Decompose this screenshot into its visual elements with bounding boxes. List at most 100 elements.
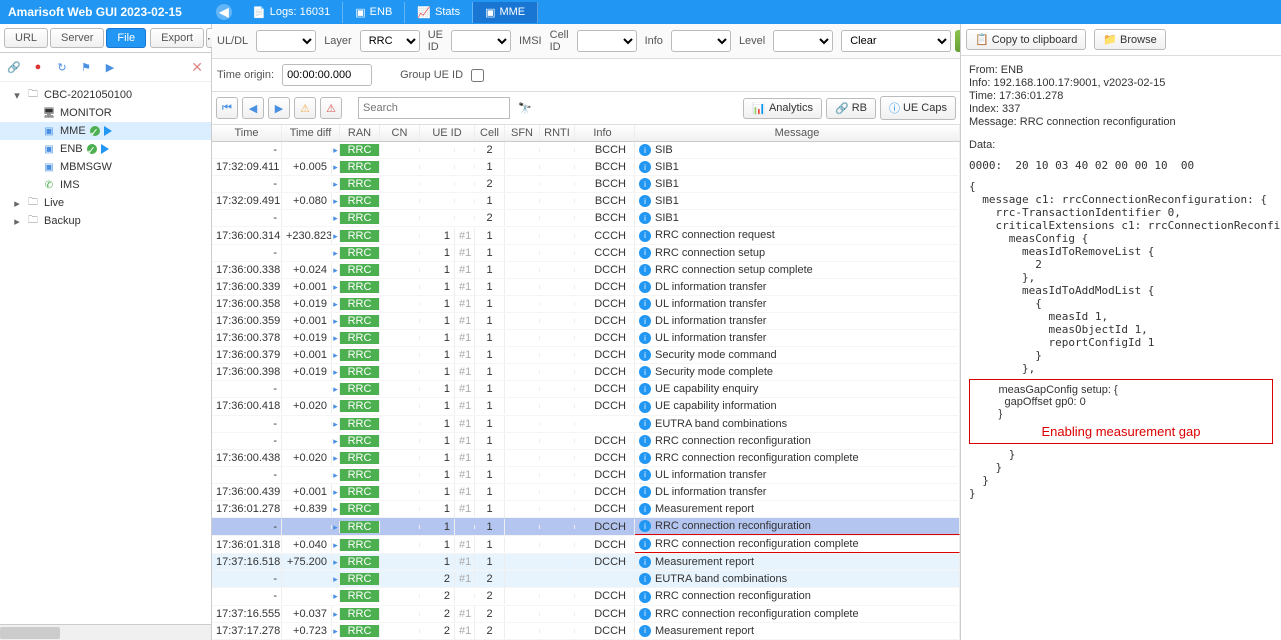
arrow-icon: ▸ — [332, 298, 340, 310]
tree-toggle-icon[interactable]: ▸ — [12, 197, 22, 210]
col-header-time[interactable]: Time — [212, 125, 282, 141]
search-input[interactable] — [358, 97, 510, 119]
stop-icon[interactable]: ● — [28, 57, 48, 77]
copy-button[interactable]: 📋 Copy to clipboard — [966, 29, 1086, 50]
header-tab-mme[interactable]: ▣ MME — [473, 2, 538, 23]
tree-toggle-icon[interactable]: ▸ — [12, 215, 22, 228]
log-row[interactable]: 17:36:00.439+0.001▸RRC1#11DCCHiDL inform… — [212, 484, 960, 501]
status-ok-icon: ✓ — [87, 144, 97, 154]
url-button[interactable]: URL — [4, 28, 48, 48]
browse-button[interactable]: 📁 Browse — [1094, 29, 1165, 50]
info-icon: i — [639, 264, 651, 276]
tree-item-live[interactable]: ▸Live — [0, 194, 211, 212]
log-row[interactable]: 17:36:00.398+0.019▸RRC1#11DCCHiSecurity … — [212, 364, 960, 381]
tree-item-mbmsgw[interactable]: ▣MBMSGW — [0, 158, 211, 176]
node-icon: ▣ — [42, 160, 56, 174]
tree-toggle-icon[interactable]: ▾ — [12, 89, 22, 102]
level-select[interactable] — [773, 30, 833, 52]
close-icon[interactable]: ✕ — [187, 59, 207, 76]
log-row[interactable]: -▸RRC2BCCHiSIB — [212, 142, 960, 159]
log-row[interactable]: 17:36:00.314+230.823▸RRC1#11CCCHiRRC con… — [212, 227, 960, 244]
log-row[interactable]: 17:37:16.555+0.037▸RRC2#12DCCHiRRC conne… — [212, 606, 960, 623]
log-row[interactable]: -▸RRC1#11DCCHiRRC connection reconfigura… — [212, 433, 960, 450]
log-row[interactable]: 17:36:00.358+0.019▸RRC1#11DCCHiUL inform… — [212, 296, 960, 313]
nav-next-icon[interactable]: ▶ — [268, 97, 290, 119]
log-row[interactable]: 17:36:00.438+0.020▸RRC1#11DCCHiRRC conne… — [212, 450, 960, 467]
status-play-icon — [104, 126, 112, 136]
header-tab-enb[interactable]: ▣ ENB — [343, 2, 405, 23]
link-icon[interactable]: 🔗 — [4, 57, 24, 77]
uecaps-button[interactable]: ⓘ UE Caps — [880, 96, 956, 120]
clear-select[interactable]: Clear — [841, 30, 951, 52]
log-row[interactable]: 17:32:09.491+0.080▸RRC1BCCHiSIB1 — [212, 193, 960, 210]
col-header-info[interactable]: Info — [575, 125, 635, 141]
tree-item-mme[interactable]: ▣MME✓ — [0, 122, 211, 140]
error-icon[interactable]: ⚠ — [320, 97, 342, 119]
log-row[interactable]: -▸RRC2BCCHiSIB1 — [212, 176, 960, 193]
file-button[interactable]: File — [106, 28, 146, 48]
tree-item-backup[interactable]: ▸Backup — [0, 212, 211, 230]
info-select[interactable] — [671, 30, 731, 52]
log-row[interactable]: 17:37:17.278+0.723▸RRC2#12DCCHiMeasureme… — [212, 623, 960, 640]
log-row[interactable]: -▸RRC2#12iEUTRA band combinations — [212, 571, 960, 588]
tree-item-cbc-2021050100[interactable]: ▾CBC-2021050100 — [0, 86, 211, 104]
log-table[interactable]: TimeTime diffRANCNUE IDCellSFNRNTIInfoMe… — [212, 125, 960, 640]
export-button[interactable]: Export — [150, 28, 204, 48]
col-header-cn[interactable]: CN — [380, 125, 420, 141]
tree-item-ims[interactable]: ✆IMS — [0, 176, 211, 194]
log-row[interactable]: 17:36:00.339+0.001▸RRC1#11DCCHiDL inform… — [212, 279, 960, 296]
uldl-select[interactable] — [256, 30, 316, 52]
layer-select[interactable]: RRC — [360, 30, 420, 52]
col-header-time-diff[interactable]: Time diff — [282, 125, 340, 141]
info-icon: i — [639, 503, 651, 515]
analytics-button[interactable]: 📊 Analytics — [743, 98, 822, 119]
arrow-icon: ▸ — [332, 608, 340, 620]
rb-button[interactable]: 🔗 RB — [826, 98, 876, 119]
log-row[interactable]: 17:36:00.338+0.024▸RRC1#11DCCHiRRC conne… — [212, 262, 960, 279]
log-row[interactable]: 17:36:00.378+0.019▸RRC1#11DCCHiUL inform… — [212, 330, 960, 347]
detail-hex: 0000: 20 10 03 40 02 00 00 10 00 ..@....… — [969, 159, 1273, 172]
nav-first-icon[interactable]: ⏮ — [216, 97, 238, 119]
info-icon: i — [639, 178, 651, 190]
log-row[interactable]: 17:36:00.379+0.001▸RRC1#11DCCHiSecurity … — [212, 347, 960, 364]
col-header-cell[interactable]: Cell — [475, 125, 505, 141]
log-row[interactable]: -▸RRC2BCCHiSIB1 — [212, 210, 960, 227]
log-row[interactable]: 17:36:00.418+0.020▸RRC1#11DCCHiUE capabi… — [212, 398, 960, 415]
log-row[interactable]: 17:37:16.518+75.200▸RRC1#11DCCHiMeasurem… — [212, 554, 960, 571]
server-button[interactable]: Server — [50, 28, 104, 48]
ueid-select[interactable] — [451, 30, 511, 52]
col-header-rnti[interactable]: RNTI — [540, 125, 575, 141]
col-header-message[interactable]: Message — [635, 125, 960, 141]
level-label: Level — [739, 35, 765, 47]
header-tab-stats[interactable]: 📈 Stats — [405, 2, 473, 23]
time-origin-input[interactable] — [282, 64, 372, 86]
flag-icon[interactable]: ⚑ — [76, 57, 96, 77]
log-row[interactable]: 17:36:01.278+0.839▸RRC1#11DCCHiMeasureme… — [212, 501, 960, 518]
arrow-icon: ▸ — [332, 315, 340, 327]
log-row[interactable]: -▸RRC1#11CCCHiRRC connection setup — [212, 245, 960, 262]
arrow-icon: ▸ — [332, 435, 340, 447]
header-tab-logs-16031[interactable]: 📄 Logs: 16031 — [240, 2, 343, 23]
group-ueid-checkbox[interactable] — [471, 69, 484, 82]
col-header-ran[interactable]: RAN — [340, 125, 380, 141]
log-row[interactable]: -▸RRC11DCCHiRRC connection reconfigurati… — [212, 518, 960, 536]
log-row[interactable]: -▸RRC1#11DCCHiUE capability enquiry — [212, 381, 960, 398]
log-row[interactable]: 17:36:00.359+0.001▸RRC1#11DCCHiDL inform… — [212, 313, 960, 330]
log-row[interactable]: 17:36:01.318+0.040▸RRC1#11DCCHiRRC conne… — [212, 536, 960, 554]
log-row[interactable]: -▸RRC22DCCHiRRC connection reconfigurati… — [212, 588, 960, 605]
refresh-icon[interactable]: ↻ — [52, 57, 72, 77]
nav-prev-icon[interactable]: ◀ — [242, 97, 264, 119]
log-row[interactable]: 17:32:09.411+0.005▸RRC1BCCHiSIB1 — [212, 159, 960, 176]
collapse-left-icon[interactable]: ◀ — [216, 4, 232, 20]
play-icon[interactable]: ▶ — [100, 57, 120, 77]
col-header-ue-id[interactable]: UE ID — [420, 125, 475, 141]
log-row[interactable]: -▸RRC1#11DCCHiUL information transfer — [212, 467, 960, 484]
warning-icon[interactable]: ⚠ — [294, 97, 316, 119]
left-hscroll[interactable] — [0, 624, 211, 640]
cellid-select[interactable] — [577, 30, 637, 52]
tree-item-enb[interactable]: ▣ENB✓ — [0, 140, 211, 158]
col-header-sfn[interactable]: SFN — [505, 125, 540, 141]
tree-item-monitor[interactable]: 🖥MONITOR — [0, 104, 211, 122]
binoculars-icon[interactable]: 🔭 — [514, 97, 536, 119]
log-row[interactable]: -▸RRC1#11iEUTRA band combinations — [212, 416, 960, 433]
